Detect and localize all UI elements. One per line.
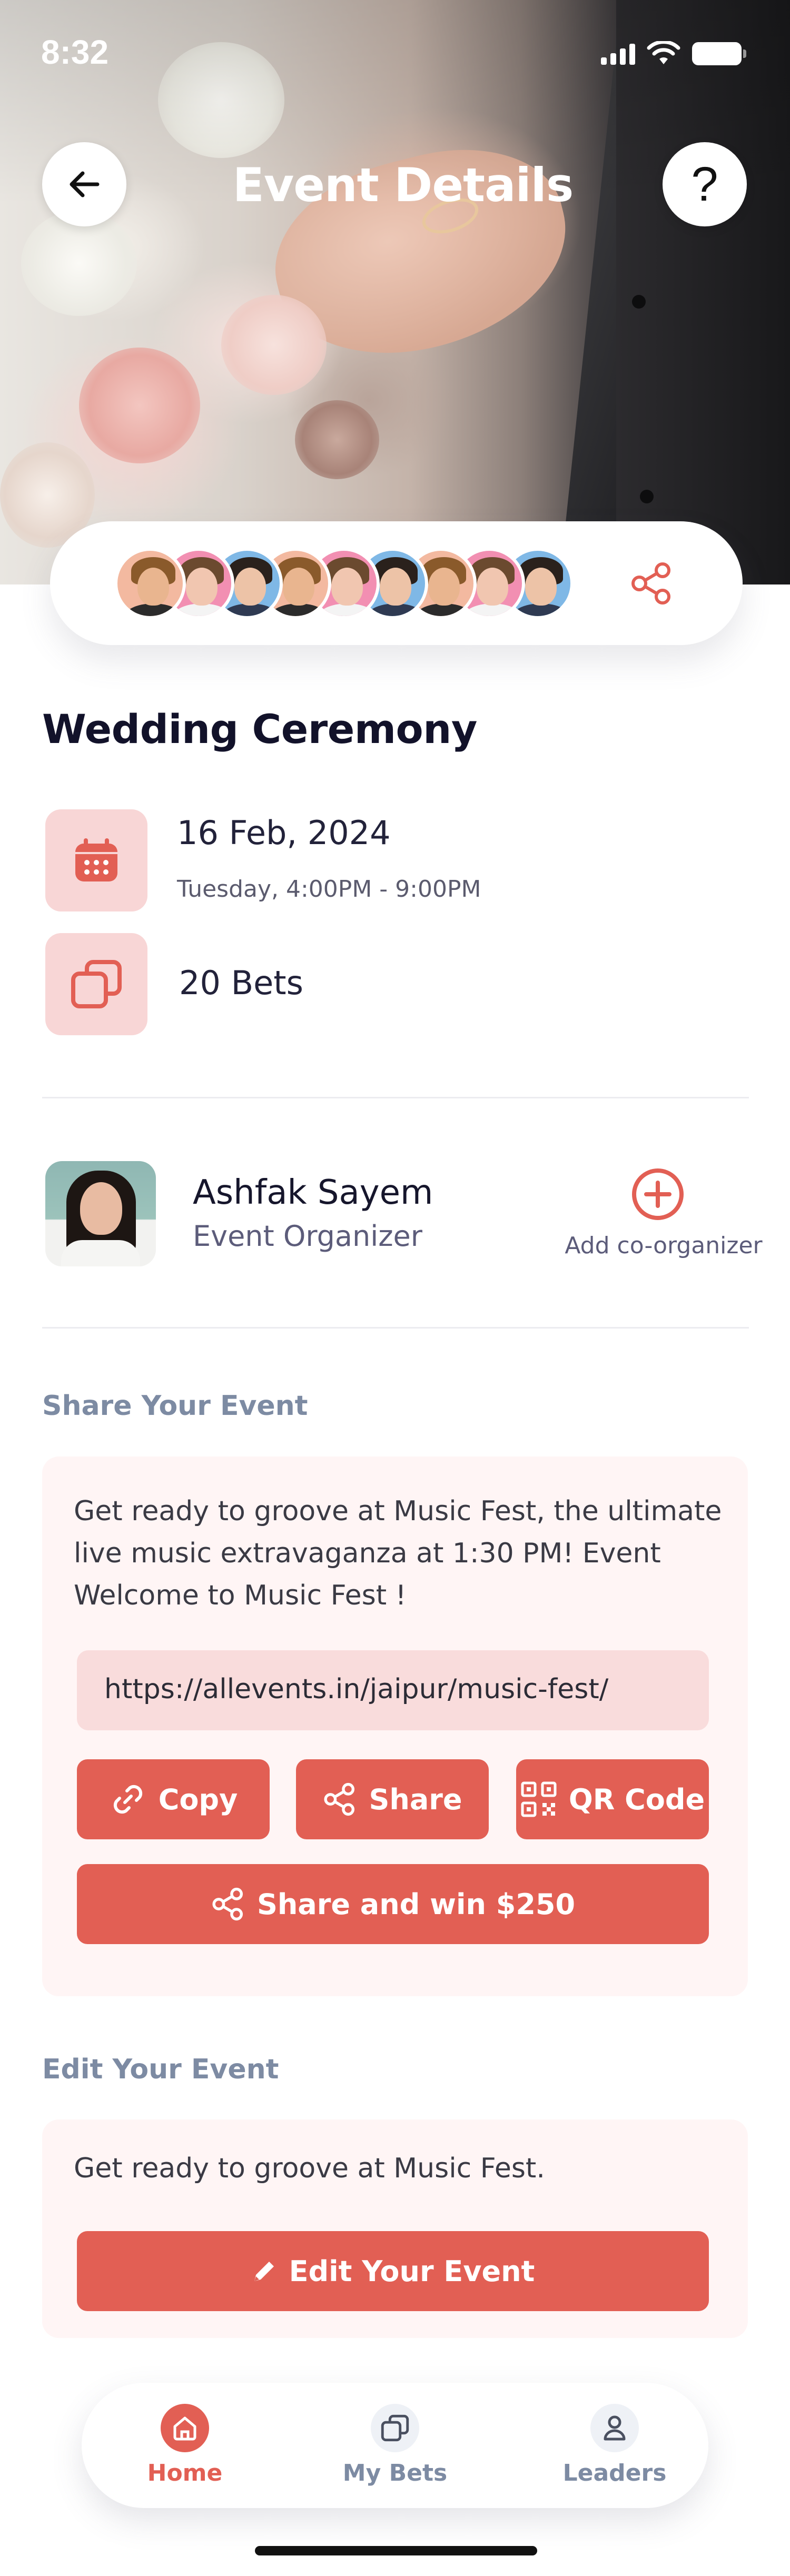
organizer-avatar[interactable] <box>45 1161 156 1266</box>
nav-home[interactable]: Home <box>116 2404 253 2486</box>
cellular-signal-icon <box>601 43 635 65</box>
event-date: 16 Feb, 2024 <box>177 814 391 852</box>
share-event-button[interactable] <box>625 557 678 610</box>
home-icon <box>161 2404 209 2452</box>
divider <box>42 1097 749 1098</box>
nav-my-bets-label: My Bets <box>342 2460 448 2486</box>
pencil-icon <box>254 2262 274 2281</box>
attendee-avatar[interactable] <box>114 548 186 619</box>
nav-leaders-label: Leaders <box>562 2460 667 2486</box>
qr-code-icon <box>521 1781 557 1817</box>
edit-description: Get ready to groove at Music Fest. <box>74 2153 545 2184</box>
wifi-icon <box>647 41 680 64</box>
share-and-win-label: Share and win $250 <box>256 1887 576 1921</box>
cards-icon <box>71 960 122 1008</box>
nav-leaders[interactable]: Leaders <box>546 2404 683 2486</box>
share-and-win-button[interactable]: Share and win $250 <box>77 1864 709 1944</box>
event-url: https://allevents.in/jaipur/music-fest/ <box>104 1673 609 1705</box>
divider <box>42 1327 749 1329</box>
share-button[interactable]: Share <box>296 1759 489 1839</box>
share-icon <box>631 562 670 605</box>
nav-home-label: Home <box>147 2460 223 2486</box>
edit-event-button[interactable]: Edit Your Event <box>77 2231 709 2311</box>
qr-code-button[interactable]: QR Code <box>516 1759 709 1839</box>
link-icon <box>113 1785 142 1814</box>
status-bar: 8:32 <box>0 0 790 111</box>
share-description: Get ready to groove at Music Fest, the u… <box>74 1495 722 1611</box>
bottom-nav: Home My Bets Leaders <box>82 2383 708 2508</box>
edit-section-title: Edit Your Event <box>42 2054 279 2085</box>
user-icon <box>590 2404 639 2452</box>
share-icon <box>212 1887 243 1921</box>
nav-my-bets[interactable]: My Bets <box>327 2404 463 2486</box>
home-indicator <box>255 2546 537 2555</box>
share-icon <box>324 1782 355 1816</box>
organizer-role: Event Organizer <box>193 1220 422 1253</box>
copy-button[interactable]: Copy <box>77 1759 270 1839</box>
event-title: Wedding Ceremony <box>42 706 477 752</box>
qr-code-label: QR Code <box>568 1782 705 1816</box>
edit-event-label: Edit Your Event <box>289 2254 535 2288</box>
event-time: Tuesday, 4:00PM - 9:00PM <box>177 876 481 903</box>
calendar-icon <box>75 838 117 881</box>
help-button[interactable]: ? <box>663 142 747 226</box>
question-icon: ? <box>691 157 718 211</box>
bets-tile <box>45 933 147 1035</box>
share-section-title: Share Your Event <box>42 1390 308 1422</box>
add-co-organizer-label[interactable]: Add co-organizer <box>548 1232 779 1259</box>
calendar-tile <box>45 809 147 911</box>
plus-circle-icon <box>631 1168 684 1220</box>
bets-count: 20 Bets <box>179 964 303 1002</box>
cards-icon <box>371 2404 419 2452</box>
copy-label: Copy <box>158 1782 238 1816</box>
status-time: 8:32 <box>41 33 109 71</box>
battery-icon <box>692 42 746 65</box>
share-label: Share <box>369 1782 462 1816</box>
add-co-organizer-button[interactable] <box>630 1166 685 1222</box>
organizer-name: Ashfak Sayem <box>193 1173 433 1212</box>
attendees-card <box>50 521 743 645</box>
event-url-field[interactable]: https://allevents.in/jaipur/music-fest/ <box>77 1650 709 1730</box>
